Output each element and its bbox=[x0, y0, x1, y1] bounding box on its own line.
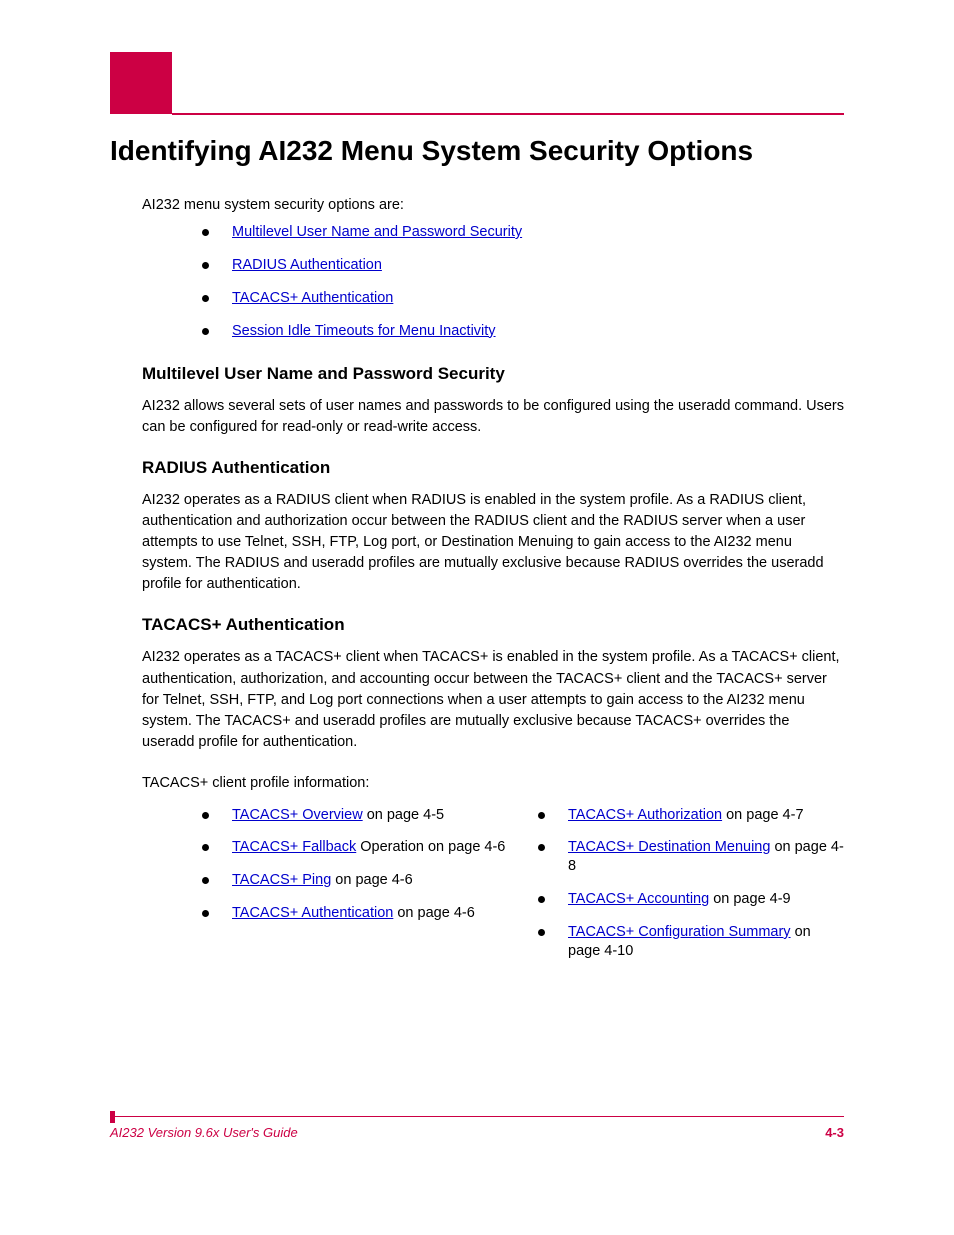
link-tacacs-authorization[interactable]: TACACS+ Authorization bbox=[568, 807, 722, 823]
tacacs-sub-intro: TACACS+ client profile information: bbox=[142, 773, 844, 794]
link-tail: on page 4-9 bbox=[709, 891, 790, 907]
footer-page-number: 4-3 bbox=[825, 1125, 844, 1140]
list-item: Multilevel User Name and Password Securi… bbox=[202, 223, 844, 242]
header-rule bbox=[172, 113, 844, 115]
list-item: Session Idle Timeouts for Menu Inactivit… bbox=[202, 322, 844, 341]
link-tacacs-config-summary[interactable]: TACACS+ Configuration Summary bbox=[568, 924, 791, 940]
link-tacacs-accounting[interactable]: TACACS+ Accounting bbox=[568, 891, 709, 907]
list-item: TACACS+ Destination Menuing on page 4-8 bbox=[538, 838, 844, 876]
link-tail: on page 4-7 bbox=[722, 807, 803, 823]
list-item: TACACS+ Authorization on page 4-7 bbox=[538, 806, 844, 825]
link-multilevel-security[interactable]: Multilevel User Name and Password Securi… bbox=[232, 224, 522, 240]
tacacs-links-columns: TACACS+ Overview on page 4-5 TACACS+ Fal… bbox=[202, 806, 844, 975]
security-options-list: Multilevel User Name and Password Securi… bbox=[202, 223, 844, 340]
section-heading-multilevel: Multilevel User Name and Password Securi… bbox=[142, 364, 844, 384]
section-body: AI232 operates as a RADIUS client when R… bbox=[142, 490, 844, 595]
page-container: Identifying AI232 Menu System Security O… bbox=[0, 0, 954, 1235]
list-item: TACACS+ Accounting on page 4-9 bbox=[538, 890, 844, 909]
link-tail: on page 4-6 bbox=[331, 872, 412, 888]
link-session-idle[interactable]: Session Idle Timeouts for Menu Inactivit… bbox=[232, 323, 496, 339]
link-tail: on page 4-6 bbox=[393, 905, 474, 921]
link-radius-auth[interactable]: RADIUS Authentication bbox=[232, 257, 382, 273]
tacacs-links-right: TACACS+ Authorization on page 4-7 TACACS… bbox=[538, 806, 844, 975]
footer-mark-icon bbox=[110, 1111, 115, 1123]
link-tacacs-overview[interactable]: TACACS+ Overview bbox=[232, 807, 363, 823]
list-item: TACACS+ Authentication on page 4-6 bbox=[202, 904, 508, 923]
brand-logo-block bbox=[110, 52, 172, 114]
link-tacacs-auth[interactable]: TACACS+ Authentication bbox=[232, 290, 393, 306]
link-tacacs-destination-menuing[interactable]: TACACS+ Destination Menuing bbox=[568, 839, 770, 855]
footer-doc-title: AI232 Version 9.6x User's Guide bbox=[110, 1125, 298, 1140]
list-item: TACACS+ Fallback Operation on page 4-6 bbox=[202, 838, 508, 857]
page-title: Identifying AI232 Menu System Security O… bbox=[110, 135, 844, 167]
link-tacacs-ping[interactable]: TACACS+ Ping bbox=[232, 872, 331, 888]
list-item: TACACS+ Authentication bbox=[202, 289, 844, 308]
list-item: RADIUS Authentication bbox=[202, 256, 844, 275]
link-tacacs-fallback[interactable]: TACACS+ Fallback bbox=[232, 839, 356, 855]
link-tail: on page 4-5 bbox=[363, 807, 444, 823]
intro-text: AI232 menu system security options are: bbox=[142, 197, 844, 213]
footer-row: AI232 Version 9.6x User's Guide 4-3 bbox=[110, 1125, 844, 1140]
content-area: Identifying AI232 Menu System Security O… bbox=[110, 135, 844, 975]
link-tacacs-authentication[interactable]: TACACS+ Authentication bbox=[232, 905, 393, 921]
link-tail: Operation on page 4-6 bbox=[356, 839, 505, 855]
page-footer: AI232 Version 9.6x User's Guide 4-3 bbox=[110, 1116, 844, 1141]
section-body: AI232 operates as a TACACS+ client when … bbox=[142, 647, 844, 752]
section-heading-radius: RADIUS Authentication bbox=[142, 458, 844, 478]
list-item: TACACS+ Configuration Summary on page 4-… bbox=[538, 923, 844, 961]
tacacs-links-left: TACACS+ Overview on page 4-5 TACACS+ Fal… bbox=[202, 806, 508, 975]
section-heading-tacacs: TACACS+ Authentication bbox=[142, 615, 844, 635]
list-item: TACACS+ Ping on page 4-6 bbox=[202, 871, 508, 890]
list-item: TACACS+ Overview on page 4-5 bbox=[202, 806, 508, 825]
footer-rule bbox=[110, 1116, 844, 1118]
section-body: AI232 allows several sets of user names … bbox=[142, 396, 844, 438]
